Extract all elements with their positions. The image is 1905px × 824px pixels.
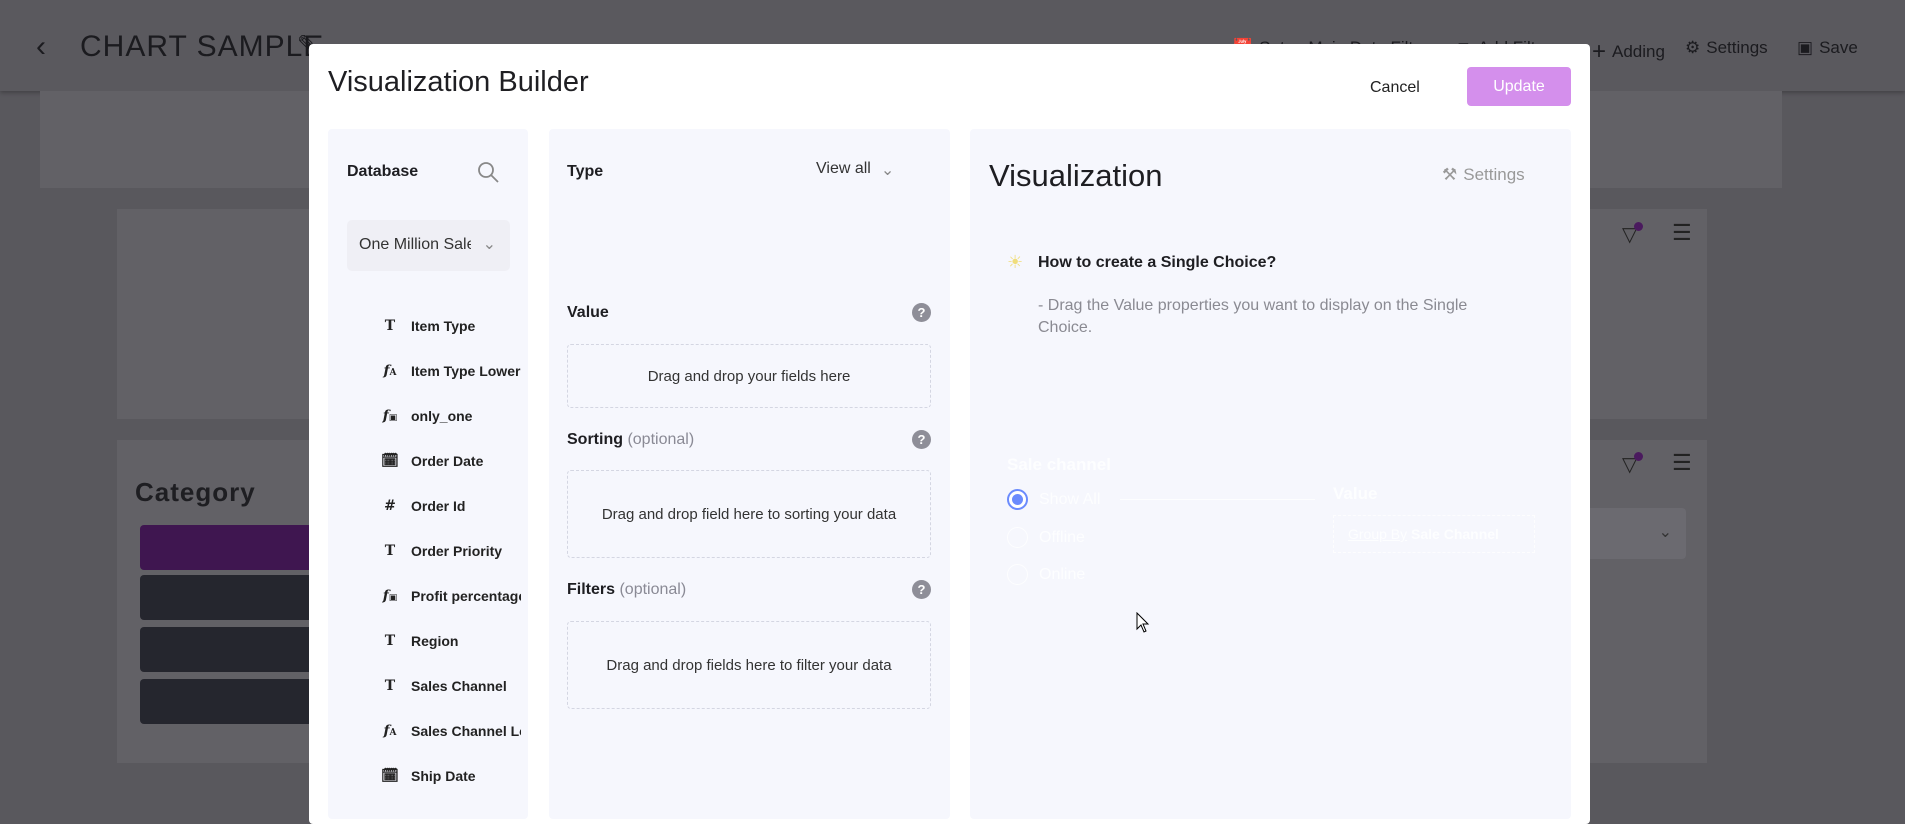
field-item[interactable]: f▣ only_one <box>379 408 521 424</box>
chevron-down-icon: ⌄ <box>482 236 496 253</box>
back-icon[interactable]: ‹ <box>36 30 46 64</box>
adding-button[interactable]: + Adding <box>1592 38 1665 66</box>
filters-label: Filters (optional) <box>567 581 687 598</box>
hint-title: How to create a Single Choice? <box>1038 254 1277 271</box>
view-all-dropdown[interactable]: View all ⌄ <box>816 160 894 180</box>
sorting-dropzone[interactable]: Drag and drop field here to sorting your… <box>567 470 931 558</box>
search-icon[interactable] <box>476 160 500 189</box>
radio-offline[interactable] <box>1007 527 1028 548</box>
sorting-label: Sorting (optional) <box>567 431 695 448</box>
category-title: Category <box>135 477 256 507</box>
preview-value-label: Value <box>1333 484 1378 503</box>
filters-dropzone[interactable]: Drag and drop fields here to filter your… <box>567 621 931 709</box>
field-item[interactable]: 🗓 Ship Date <box>379 768 521 784</box>
save-icon: ▣ <box>1797 38 1814 57</box>
field-item[interactable]: T Sales Channel <box>379 678 521 694</box>
filter-icon[interactable]: ▽ <box>1622 222 1643 247</box>
preview-value-box: Group By Sale Channel <box>1333 515 1535 553</box>
help-icon[interactable]: ? <box>912 580 931 599</box>
preview-heading: Sale channel <box>1007 455 1111 474</box>
date-icon: 🗓 <box>381 453 399 469</box>
value-label: Value <box>567 304 609 321</box>
save-button[interactable]: ▣ Save <box>1797 38 1858 58</box>
radio-label: Offline <box>1039 529 1085 546</box>
cancel-button[interactable]: Cancel <box>1370 79 1420 97</box>
radio-online[interactable] <box>1007 564 1028 585</box>
plus-icon: + <box>1592 38 1607 65</box>
text-icon: T <box>384 633 396 649</box>
chart-type-carousel <box>566 207 932 281</box>
type-label: Type <box>567 163 604 180</box>
mouse-cursor <box>1136 611 1150 639</box>
help-icon[interactable]: ? <box>912 430 931 449</box>
field-item[interactable]: # Order Id <box>379 498 521 514</box>
tools-icon: ⚒ <box>1442 165 1458 184</box>
text-icon: T <box>384 318 396 334</box>
menu-icon[interactable]: ☰ <box>1672 450 1692 476</box>
arrow-line <box>1120 499 1315 500</box>
formula-number-icon: f▣ <box>382 588 398 604</box>
settings-button[interactable]: ⚙ Settings <box>1685 38 1768 58</box>
text-icon: T <box>384 678 396 694</box>
help-icon[interactable]: ? <box>912 303 931 322</box>
field-item[interactable]: f▣ Profit percentage <box>379 588 521 604</box>
chevron-down-icon: ⌄ <box>1658 524 1672 541</box>
menu-icon[interactable]: ☰ <box>1672 220 1692 246</box>
hint-text: - Drag the Value properties you want to … <box>1038 297 1468 336</box>
formula-text-icon: fA <box>383 723 397 739</box>
filter-icon[interactable]: ▽ <box>1622 452 1643 477</box>
radio-label: Online <box>1039 566 1086 583</box>
field-item[interactable]: T Region <box>379 633 521 649</box>
field-item[interactable]: fASales Channel Lower <box>379 723 521 739</box>
gear-icon: ⚙ <box>1685 38 1701 57</box>
dashboard-title: CHART SAMPLE <box>80 30 325 63</box>
field-item[interactable]: fA Item Type Lower <box>379 363 521 379</box>
lightbulb-icon: ☀ <box>1007 252 1024 272</box>
radio-show-all[interactable] <box>1007 489 1028 510</box>
viz-settings-button[interactable]: ⚒ Settings <box>1442 165 1525 185</box>
formula-number-icon: f▣ <box>382 408 398 424</box>
database-select[interactable]: One Million Sales⌄ <box>347 220 510 271</box>
field-item[interactable]: 🗓 Order Date <box>379 453 521 469</box>
number-icon: # <box>384 498 396 514</box>
text-icon: T <box>384 543 396 559</box>
formula-text-icon: fA <box>383 363 397 379</box>
field-item[interactable]: T Order Priority <box>379 543 521 559</box>
chevron-down-icon: ⌄ <box>880 162 895 179</box>
visualization-title: Visualization <box>989 158 1163 193</box>
date-icon: 🗓 <box>381 768 399 784</box>
field-item[interactable]: T Item Type <box>379 318 521 334</box>
update-button[interactable]: Update <box>1467 67 1571 106</box>
modal-title: Visualization Builder <box>328 66 589 98</box>
radio-label: Show All <box>1039 491 1101 508</box>
value-dropzone[interactable]: Drag and drop your fields here <box>567 344 931 408</box>
database-label: Database <box>347 163 419 180</box>
